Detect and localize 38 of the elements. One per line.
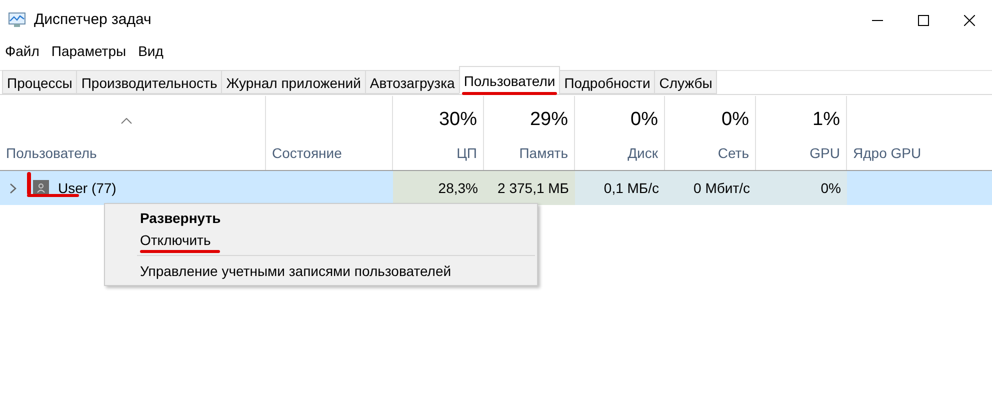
tab[interactable]: Журнал приложений xyxy=(221,70,366,94)
tab[interactable]: Процессы xyxy=(2,70,78,94)
context-menu-item[interactable]: Развернуть xyxy=(105,207,537,229)
usage-percent: 0% xyxy=(630,108,658,132)
usage-value: 0,1 МБ/с xyxy=(604,178,659,198)
usage-value: 0% xyxy=(820,178,841,198)
expand-chevron-icon[interactable] xyxy=(9,182,17,194)
maximize-icon xyxy=(918,14,928,26)
context-menu-item[interactable]: Отключить xyxy=(105,229,537,251)
menu-item[interactable]: Параметры xyxy=(47,40,130,62)
column-header[interactable]: Сеть xyxy=(671,143,749,164)
column-header[interactable]: Ядро GPU xyxy=(853,143,965,164)
table-row[interactable]: User (77) 28,3% 2 375,1 МБ 0,1 МБ/с 0 Мбит/с 0% xyxy=(0,171,992,205)
tab[interactable]: Подробности xyxy=(559,70,656,94)
usage-value: 0 Мбит/с xyxy=(694,178,750,198)
menu-item[interactable]: Вид xyxy=(134,40,168,62)
monitor-chart-icon xyxy=(8,12,26,28)
window-title: Диспетчер задач xyxy=(34,10,152,30)
usage-value: 28,3% xyxy=(438,178,478,198)
usage-percent: 0% xyxy=(720,108,749,132)
column-header[interactable]: Память xyxy=(490,143,568,164)
column-header[interactable]: Диск xyxy=(581,143,658,164)
usage-percent: 29% xyxy=(528,108,568,132)
usage-value: 2 375,1 МБ xyxy=(498,178,569,198)
menu-item[interactable]: Файл xyxy=(1,40,44,62)
user-name: User (77) xyxy=(58,178,116,198)
tab[interactable]: Автозагрузка xyxy=(364,70,460,94)
usage-percent: 30% xyxy=(438,108,477,132)
column-header[interactable]: ЦП xyxy=(399,143,477,164)
usage-percent: 1% xyxy=(812,108,840,132)
context-menu-item[interactable]: Управление учетными записями пользователей xyxy=(105,260,537,282)
tab[interactable]: Пользователи xyxy=(458,66,560,94)
tab[interactable]: Производительность xyxy=(76,70,222,94)
close-icon xyxy=(964,14,974,26)
tab[interactable]: Службы xyxy=(654,70,718,94)
column-header[interactable]: Пользователь xyxy=(6,143,259,164)
column-header[interactable]: Состояние xyxy=(272,143,386,164)
column-header[interactable]: GPU xyxy=(762,143,840,164)
